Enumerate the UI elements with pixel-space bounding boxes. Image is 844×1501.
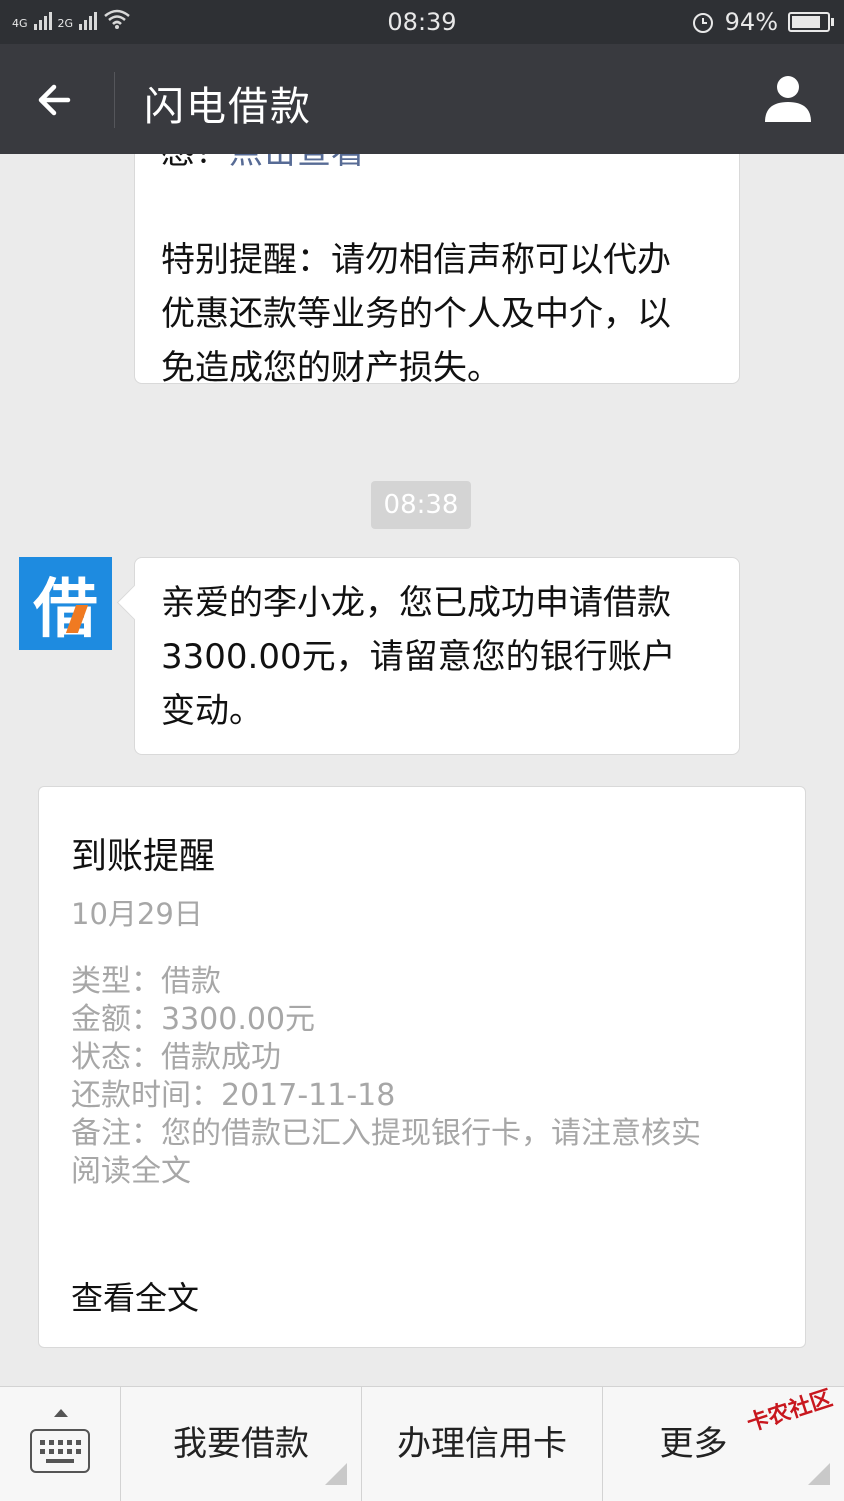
card-title: 到账提醒 — [71, 836, 216, 877]
view-full-text-link[interactable]: 查看全文 — [71, 1273, 199, 1319]
sender-avatar[interactable]: 借 — [19, 557, 112, 650]
message-bubble-warning: 感！点击查看 特别提醒：请勿相信声称可以代办 优惠还款等业务的个人及中介，以 免… — [134, 154, 740, 388]
message-line: 3300.00元，请留意您的银行账户 — [161, 637, 676, 677]
submenu-indicator-icon — [808, 1463, 830, 1485]
bottom-menu: 我要借款 办理信用卡 更多 卡农社区 — [0, 1386, 844, 1501]
detail-amount: 金额：3300.00元 — [71, 1002, 316, 1037]
detail-type: 类型：借款 — [71, 964, 221, 999]
detail-read-more: 阅读全文 — [71, 1154, 191, 1189]
keyboard-icon — [30, 1429, 90, 1473]
view-link[interactable]: 点击查看 — [229, 154, 365, 172]
menu-borrow-label: 我要借款 — [173, 1424, 309, 1464]
card-date: 10月29日 — [71, 897, 203, 931]
caret-up-icon — [54, 1409, 68, 1417]
message-line: 优惠还款等业务的个人及中介，以 — [161, 294, 671, 334]
message-bubble-loan: 亲爱的李小龙，您已成功申请借款 3300.00元，请留意您的银行账户 变动。 — [134, 557, 740, 755]
menu-borrow[interactable]: 我要借款 — [121, 1387, 362, 1501]
message-line: 变动。 — [161, 691, 263, 731]
user-profile-icon[interactable] — [762, 72, 814, 124]
chat-area[interactable]: 感！点击查看 特别提醒：请勿相信声称可以代办 优惠还款等业务的个人及中介，以 免… — [0, 154, 844, 1386]
detail-status: 状态：借款成功 — [71, 1040, 281, 1075]
status-bar: 4G 2G 08:39 94% — [0, 0, 844, 44]
message-timestamp: 08:38 — [371, 481, 471, 529]
detail-repay-date: 还款时间：2017-11-18 — [71, 1078, 396, 1113]
menu-credit-card[interactable]: 办理信用卡 — [362, 1387, 603, 1501]
back-arrow-icon[interactable] — [28, 72, 84, 128]
card-details: 类型：借款 金额：3300.00元 状态：借款成功 还款时间：2017-11-1… — [71, 963, 701, 1191]
message-line: 特别提醒：请勿相信声称可以代办 — [161, 240, 671, 280]
message-line: 免造成您的财产损失。 — [161, 348, 501, 388]
menu-more-label: 更多 — [659, 1424, 728, 1464]
message-line: 亲爱的李小龙，您已成功申请借款 — [161, 583, 671, 623]
battery-icon — [788, 12, 834, 32]
menu-credit-card-label: 办理信用卡 — [397, 1424, 567, 1464]
detail-note: 备注：您的借款已汇入提现银行卡，请注意核实 — [71, 1116, 701, 1151]
nav-bar: 闪电借款 — [0, 44, 844, 154]
avatar-char: 借 — [33, 572, 98, 647]
battery-percent: 94% — [724, 8, 778, 36]
status-right: 94% — [691, 8, 834, 36]
nav-divider — [114, 72, 115, 128]
submenu-indicator-icon — [325, 1463, 347, 1485]
notification-card[interactable]: 到账提醒 10月29日 类型：借款 金额：3300.00元 状态：借款成功 还款… — [38, 786, 806, 1348]
message-text: 感！点击查看 — [161, 154, 713, 179]
page-title: 闪电借款 — [144, 84, 312, 130]
keyboard-toggle-button[interactable] — [0, 1387, 121, 1501]
battery-fill — [792, 16, 821, 28]
alarm-icon — [692, 13, 713, 33]
message-fragment: 感！ — [161, 154, 229, 172]
